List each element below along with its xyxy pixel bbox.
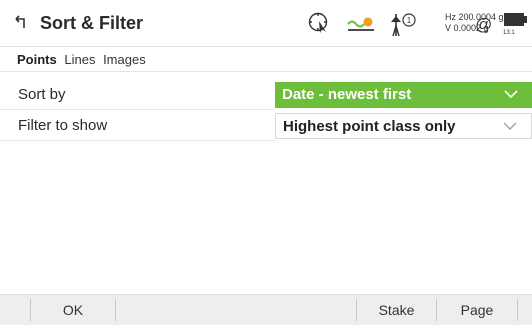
filter-label: Filter to show [18, 117, 108, 134]
divider [0, 71, 532, 72]
at-icon[interactable]: @ [475, 15, 492, 35]
title-bar: Sort & Filter 1 Hz 200.0004 g V 0.0002 g… [0, 0, 532, 47]
battery-indicator[interactable]: 13:1 [503, 11, 532, 39]
sort-by-dropdown[interactable]: Date - newest first [275, 82, 532, 108]
prism-icon[interactable]: 1 [388, 12, 416, 38]
chevron-down-icon [504, 90, 518, 99]
prism-number: 1 [407, 16, 412, 25]
chevron-down-icon [503, 122, 517, 130]
divider [0, 109, 275, 110]
tab-images[interactable]: Images [103, 52, 146, 67]
softkey-bar: OK Stake Page [0, 294, 532, 325]
filter-dropdown[interactable]: Highest point class only [275, 113, 532, 139]
filter-value: Highest point class only [283, 118, 456, 135]
softkey-separator [115, 299, 116, 321]
clock-label: 13:1 [503, 30, 515, 36]
subtabs: Points Lines Images [17, 52, 150, 67]
ok-button[interactable]: OK [31, 295, 115, 325]
page-title: Sort & Filter [40, 13, 144, 33]
target-search-icon[interactable] [308, 12, 330, 34]
tab-lines[interactable]: Lines [64, 52, 95, 67]
stake-button[interactable]: Stake [357, 295, 436, 325]
sort-by-value: Date - newest first [282, 86, 412, 103]
battery-icon [504, 13, 527, 26]
sort-by-label: Sort by [18, 86, 66, 103]
page-button[interactable]: Page [437, 295, 517, 325]
divider [0, 140, 275, 141]
back-icon[interactable] [12, 14, 30, 32]
softkey-separator [517, 299, 518, 321]
ppm-compensator-icon[interactable] [346, 15, 376, 33]
tab-points[interactable]: Points [17, 52, 57, 67]
